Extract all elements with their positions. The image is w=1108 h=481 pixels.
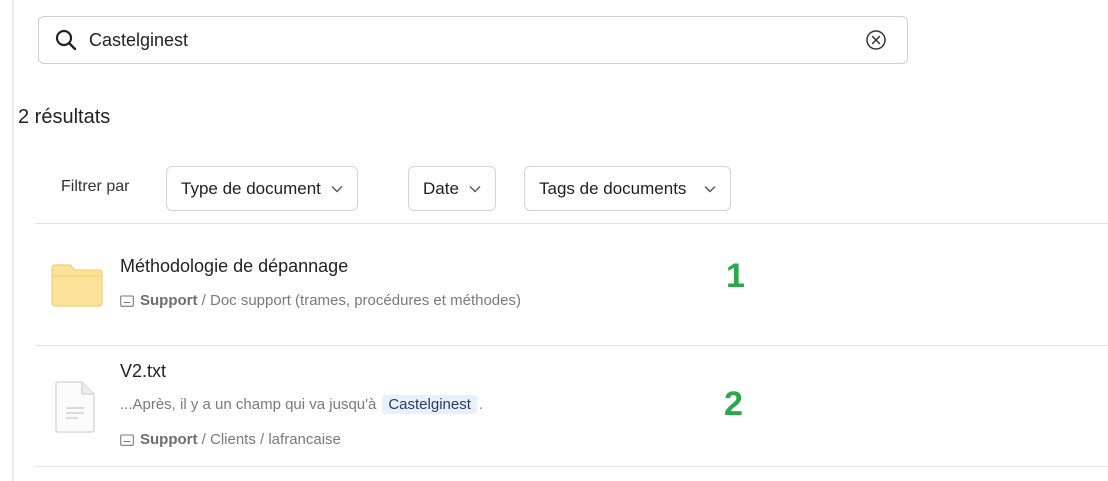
annotation-number: 2 xyxy=(724,385,743,423)
search-input[interactable] xyxy=(89,25,849,55)
divider xyxy=(35,466,1108,467)
filter-date-button[interactable]: Date xyxy=(408,166,496,211)
left-border-rule xyxy=(12,0,14,481)
chevron-down-icon xyxy=(469,185,481,192)
annotation-number: 1 xyxy=(726,257,745,295)
filter-tags-label: Tags de documents xyxy=(539,178,687,198)
mini-folder-icon xyxy=(120,294,134,307)
path-rest: / Clients / lafrancaise xyxy=(197,431,341,448)
path-rest: / Doc support (trames, procédures et mét… xyxy=(197,292,521,309)
snippet-before: ...Après, il y a un champ qui va jusqu'à xyxy=(120,396,377,413)
search-box[interactable] xyxy=(38,16,908,64)
result-path: Support / Clients / lafrancaise xyxy=(120,431,341,448)
results-count: 2 résultats xyxy=(18,106,111,128)
filter-date-label: Date xyxy=(423,178,459,198)
filter-document-type-label: Type de document xyxy=(181,178,321,198)
chevron-down-icon xyxy=(331,185,343,192)
snippet-after: . xyxy=(478,396,484,413)
result-title[interactable]: V2.txt xyxy=(120,361,166,382)
divider xyxy=(35,345,1108,346)
filter-tags-button[interactable]: Tags de documents xyxy=(524,166,732,211)
path-root: Support xyxy=(140,292,198,309)
folder-icon xyxy=(51,264,103,307)
filter-document-type-button[interactable]: Type de document xyxy=(166,166,358,211)
search-icon xyxy=(55,29,77,51)
path-root: Support xyxy=(140,431,198,448)
chevron-down-icon xyxy=(704,185,716,192)
text-file-icon xyxy=(55,381,95,433)
filter-label: Filtrer par xyxy=(61,178,130,195)
result-title[interactable]: Méthodologie de dépannage xyxy=(120,256,348,277)
mini-folder-icon xyxy=(120,433,134,446)
result-snippet: ...Après, il y a un champ qui va jusqu'à… xyxy=(120,395,483,414)
divider xyxy=(35,223,1108,224)
clear-search-icon[interactable] xyxy=(865,29,887,51)
result-path: Support / Doc support (trames, procédure… xyxy=(120,292,521,309)
snippet-match-highlight: Castelginest xyxy=(382,395,477,414)
